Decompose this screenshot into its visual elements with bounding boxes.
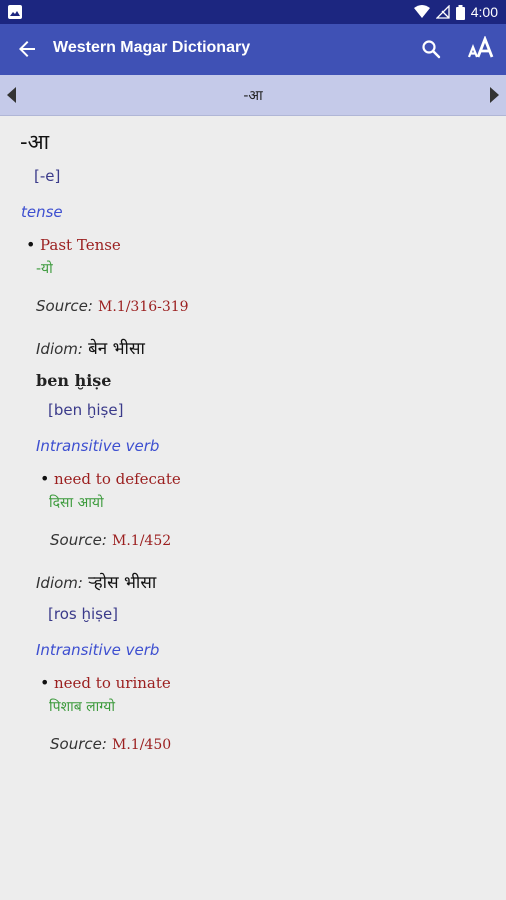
part-of-speech: tense	[21, 203, 63, 221]
idiom-line: Idiom: बेन भीसा	[36, 336, 145, 359]
font-size-icon[interactable]	[467, 36, 495, 62]
current-entry-label: -आ	[243, 88, 263, 104]
battery-icon	[455, 4, 465, 20]
app-title: Western Magar Dictionary	[53, 39, 251, 56]
idiom-part-of-speech: Intransitive verb	[36, 437, 160, 455]
idiom-sense-bullet: •	[40, 673, 50, 692]
source-label: Source:	[36, 297, 93, 315]
idiom-pronunciation: [ros ḫiṣe]	[48, 605, 119, 623]
sense-nepali: -यो	[36, 261, 53, 277]
pronunciation: [-e]	[34, 167, 61, 185]
source-value: M.1/316-319	[98, 299, 189, 315]
source-label: Source:	[50, 531, 107, 549]
headword: -आ	[20, 130, 50, 154]
source-line: Source: M.1/316-319	[36, 296, 189, 315]
idiom-label: Idiom:	[36, 574, 83, 592]
idiom-text: बेन भीसा	[88, 339, 145, 359]
idiom-nepali: दिसा आयो	[49, 495, 104, 511]
sense-bullet: •	[26, 235, 36, 254]
source-value: M.1/450	[112, 737, 172, 753]
status-time: 4:00	[470, 4, 498, 20]
source-value: M.1/452	[112, 533, 172, 549]
idiom-source-line: Source: M.1/450	[50, 734, 171, 753]
idiom-part-of-speech: Intransitive verb	[36, 641, 160, 659]
image-notification-icon	[8, 5, 22, 19]
idiom-nepali: पिशाब लाग्यो	[49, 699, 115, 715]
idiom-line: Idiom: ऱ्होस भीसा	[36, 570, 156, 593]
idiom-text: ऱ्होस भीसा	[88, 573, 157, 593]
idiom-sense-bullet: •	[40, 469, 50, 488]
idiom-label: Idiom:	[36, 340, 83, 358]
idiom-romanized: ben ḫiṣe	[36, 371, 112, 390]
status-bar: 4:00	[0, 0, 506, 24]
entry-navigation-bar: -आ	[0, 75, 506, 116]
idiom-source-line: Source: M.1/452	[50, 530, 171, 549]
next-entry-icon[interactable]	[488, 87, 500, 103]
search-icon[interactable]	[419, 37, 443, 61]
app-bar: Western Magar Dictionary	[0, 24, 506, 75]
source-label: Source:	[50, 735, 107, 753]
idiom-gloss: need to defecate	[54, 470, 181, 488]
signal-icon	[435, 5, 450, 19]
idiom-pronunciation: [ben ḫiṣe]	[48, 401, 124, 419]
idiom-gloss: need to urinate	[54, 674, 171, 692]
back-arrow-icon[interactable]	[15, 37, 39, 61]
wifi-icon	[413, 5, 430, 18]
sense-gloss: Past Tense	[40, 236, 121, 254]
